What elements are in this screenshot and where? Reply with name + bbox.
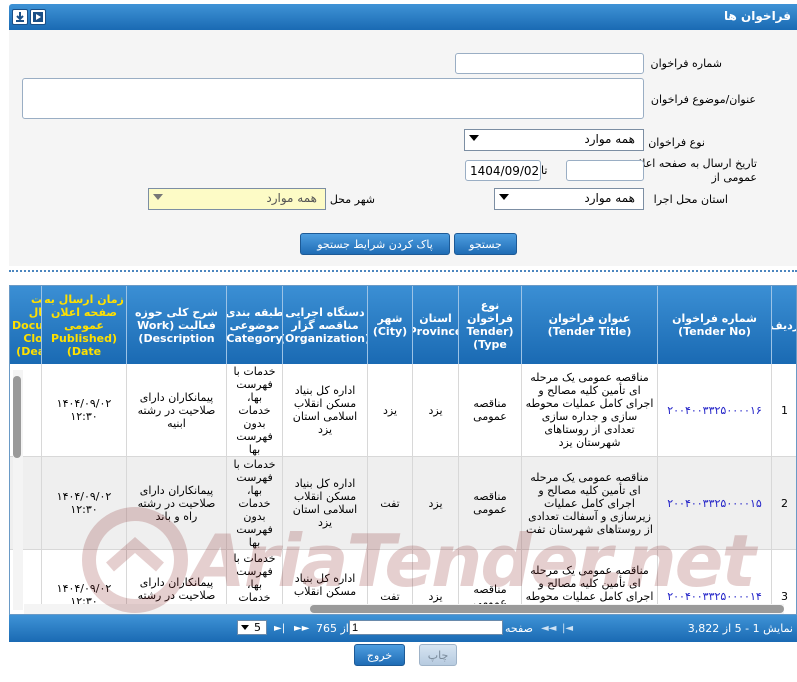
type-label: نوع فراخوان	[648, 136, 705, 149]
province-select[interactable]: همه موارد	[494, 188, 644, 210]
cell-tender-no[interactable]: ۲۰۰۴۰۰۳۳۲۵۰۰۰۰۱۵	[658, 457, 772, 550]
print-button[interactable]: چاپ	[419, 644, 457, 666]
date-to-label: تا	[541, 164, 548, 177]
city-select-value: همه موارد	[266, 191, 317, 205]
cell-description: پیمانکاران دارای صلاحیت در رشته ابنیه	[127, 364, 227, 457]
province-select-value: همه موارد	[584, 191, 635, 205]
cell-published: ۱۴۰۴/۰۹/۰۲ ۱۲:۳۰	[42, 364, 127, 457]
cell-city: یزد	[368, 364, 413, 457]
vertical-scroll-thumb[interactable]	[13, 376, 21, 458]
cell-province: یزد	[413, 364, 459, 457]
col-header-published[interactable]: زمان ارسال به صفحه اعلان عمومی (Publishe…	[42, 286, 127, 364]
window-title: فراخوان ها	[724, 9, 791, 23]
subject-input[interactable]	[22, 78, 644, 119]
pagination-bar: نمایش 1 - 5 از 3,822 |◄ ◄◄ صفحه از 765 ►…	[9, 615, 797, 642]
page-size-value: 5	[254, 621, 261, 634]
exit-button[interactable]: خروج	[354, 644, 405, 666]
cell-description: پیمانکاران دارای صلاحیت در رشته راه و با…	[127, 457, 227, 550]
col-header-province[interactable]: استان (Province)	[413, 286, 459, 364]
prev-page-icon[interactable]: ◄◄	[541, 623, 556, 634]
cell-row: 2	[772, 457, 796, 550]
horizontal-scroll-thumb[interactable]	[310, 605, 784, 613]
results-table: ردیف شماره فراخوان (Tender No) عنوان فرا…	[9, 285, 797, 615]
horizontal-scrollbar[interactable]	[24, 604, 784, 614]
province-label: استان محل اجرا	[653, 193, 728, 206]
date-label-line2: عمومی از	[711, 171, 757, 184]
search-form: شماره فراخوان عنوان/موضوع فراخوان نوع فر…	[9, 30, 797, 266]
col-header-category[interactable]: طبقه بندی موضوعی (Category)	[227, 286, 283, 364]
last-page-icon[interactable]: ►|	[274, 623, 285, 634]
cell-city: تفت	[368, 457, 413, 550]
cell-published: ۱۴۰۴/۰۹/۰۲ ۱۲:۳۰	[42, 457, 127, 550]
col-header-organization[interactable]: دستگاه اجرایی مناقصه گزار (Organization)	[283, 286, 368, 364]
city-select[interactable]: همه موارد	[148, 188, 326, 210]
col-header-title[interactable]: عنوان فراخوان (Tender Title)	[522, 286, 658, 364]
date-from-input[interactable]	[566, 160, 644, 181]
tender-no-label: شماره فراخوان	[650, 57, 723, 70]
cell-type: مناقصه عمومی	[459, 364, 522, 457]
media-icon[interactable]	[30, 9, 46, 25]
col-header-description[interactable]: شرح کلی حوزه فعالیت (Work Description)	[127, 286, 227, 364]
page-count: از 765	[316, 622, 349, 635]
first-page-icon[interactable]: |◄	[562, 623, 573, 634]
col-header-type[interactable]: نوع فراخوان (Tender Type)	[459, 286, 522, 364]
cell-title: مناقصه عمومی یک مرحله ای تأمین کلیه مصال…	[522, 457, 658, 550]
window-titlebar: فراخوان ها	[9, 4, 797, 30]
cell-category: خدمات با فهرست بها، خدمات بدون فهرست بها	[227, 457, 283, 550]
chevron-down-icon	[469, 135, 479, 141]
tender-no-input[interactable]	[455, 53, 644, 74]
download-icon[interactable]	[12, 9, 28, 25]
clear-search-button[interactable]: پاک کردن شرایط جستجو	[300, 233, 450, 255]
cell-tender-no[interactable]: ۲۰۰۴۰۰۳۳۲۵۰۰۰۰۱۶	[658, 364, 772, 457]
subject-label: عنوان/موضوع فراخوان	[650, 93, 756, 106]
page-input[interactable]	[349, 620, 503, 635]
date-to-input[interactable]	[465, 160, 541, 181]
vertical-scrollbar[interactable]	[13, 370, 23, 610]
cell-type: مناقصه عمومی	[459, 457, 522, 550]
cell-title: مناقصه عمومی یک مرحله ای تأمین کلیه مصال…	[522, 364, 658, 457]
section-divider	[9, 270, 797, 272]
cell-province: یزد	[413, 457, 459, 550]
col-header-tender-no[interactable]: شماره فراخوان (Tender No)	[658, 286, 772, 364]
page-label: صفحه	[505, 622, 533, 635]
col-header-city[interactable]: شهر (City)	[368, 286, 413, 364]
col-header-deadline[interactable]: مهلت ارسال (Document Closing Deadline)	[10, 286, 42, 364]
cell-organization: اداره کل بنیاد مسکن انقلاب اسلامی استان …	[283, 364, 368, 457]
cell-organization: اداره کل بنیاد مسکن انقلاب اسلامی استان …	[283, 457, 368, 550]
chevron-down-icon	[153, 194, 163, 200]
col-header-row[interactable]: ردیف	[772, 286, 796, 364]
next-page-icon[interactable]: ►►	[294, 623, 309, 634]
chevron-down-icon	[241, 625, 249, 630]
type-select[interactable]: همه موارد	[464, 129, 644, 151]
page-size-select[interactable]: 5	[237, 620, 267, 635]
pager-summary: نمایش 1 - 5 از 3,822	[687, 622, 793, 635]
search-button[interactable]: جستجو	[454, 233, 517, 255]
type-select-value: همه موارد	[584, 132, 635, 146]
cell-row: 1	[772, 364, 796, 457]
chevron-down-icon	[499, 194, 509, 200]
date-label-line1: تاریخ ارسال به صفحه اعلان	[631, 157, 757, 170]
cell-category: خدمات با فهرست بها، خدمات بدون فهرست بها	[227, 364, 283, 457]
